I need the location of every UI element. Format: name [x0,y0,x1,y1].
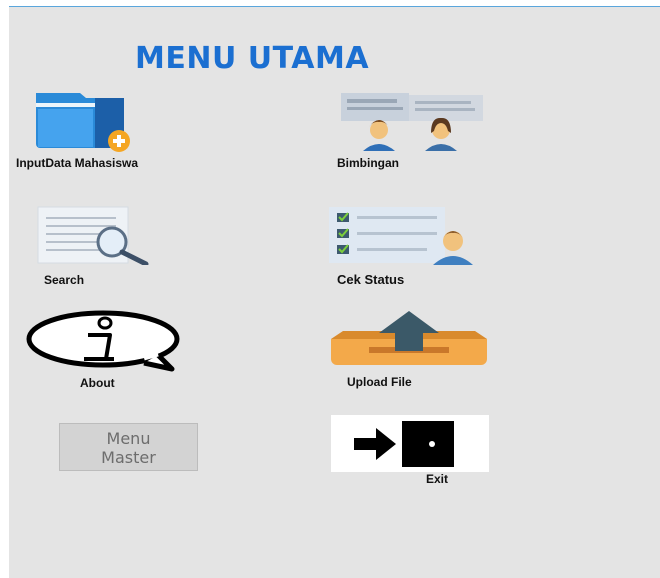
input-data-mahasiswa-button[interactable]: InputData Mahasiswa [16,89,212,171]
exit-button[interactable] [331,415,489,472]
main-menu-window: MENU UTAMA InputData Mahasiswa Bimbingan… [9,6,660,578]
info-bubble-icon [26,310,180,372]
search-label: Search [44,273,85,287]
menu-master-label-line1: Menu [106,429,151,448]
upload-file-label: Upload File [347,375,412,389]
about-button[interactable]: About [22,307,212,391]
folder-add-icon [36,93,130,152]
page-title: MENU UTAMA [135,41,370,76]
people-icon [341,93,483,151]
checklist-user-icon [329,207,473,265]
about-label: About [80,376,115,390]
menu-master-button[interactable]: Menu Master [59,423,198,471]
cek-status-label: Cek Status [337,272,405,287]
menu-master-label-line2: Master [101,448,156,467]
search-button[interactable]: Search [22,205,212,287]
bimbingan-label: Bimbingan [337,156,399,170]
upload-file-button[interactable]: Upload File [327,307,502,391]
bimbingan-button[interactable]: Bimbingan [329,89,499,171]
cek-status-button[interactable]: Cek Status [327,205,502,287]
search-icon [37,206,149,265]
exit-label: Exit [426,472,449,486]
upload-box-icon [331,311,487,365]
input-data-mahasiswa-label: InputData Mahasiswa [16,156,139,170]
exit-door-icon [354,421,454,467]
